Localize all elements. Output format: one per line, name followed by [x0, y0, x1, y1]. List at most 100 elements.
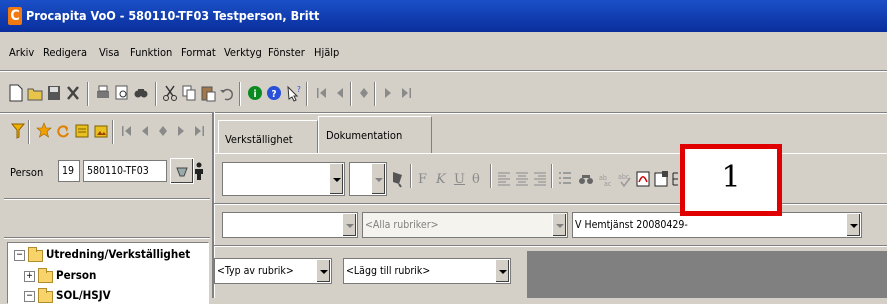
toolbar-separator	[87, 82, 89, 106]
more-icon[interactable]	[672, 172, 680, 186]
previous-icon[interactable]	[137, 122, 153, 140]
menu-bar: Arkiv Redigera Visa Funktion Format Verk…	[0, 32, 887, 66]
toolbar-separator	[155, 82, 157, 106]
menu-redigera[interactable]: Redigera	[43, 46, 87, 59]
toolbar-separator	[306, 82, 308, 106]
tree-item-sol-hsjv[interactable]: SOL/HSJV	[56, 288, 111, 302]
toolbar-separator	[374, 82, 376, 106]
toolbar-separator	[239, 82, 241, 106]
tree-item-person[interactable]: Person	[56, 268, 96, 282]
collapse-icon[interactable]: −	[14, 250, 25, 261]
expand-icon[interactable]: +	[24, 271, 35, 282]
person-divider	[4, 198, 210, 200]
spellcheck-icon[interactable]: abc	[617, 170, 633, 188]
person-id-field[interactable]: 580110-TF03	[83, 160, 167, 182]
menu-hjalp[interactable]: Hjälp	[314, 46, 339, 59]
toolbar-separator	[410, 164, 412, 188]
filter-row-divider	[214, 245, 887, 247]
typ-av-rubrik-dropdown[interactable]: <Typ av rubrik>	[214, 258, 332, 284]
open-folder-icon[interactable]	[27, 84, 43, 102]
info-icon[interactable]: i	[247, 84, 263, 102]
tab-label: Dokumentation	[326, 129, 403, 142]
main-toolbar: i ? ?	[0, 78, 887, 112]
first-icon[interactable]	[119, 122, 135, 140]
tree-item-utredning[interactable]: Utredning/Verkställighet	[46, 247, 190, 261]
print-preview-icon[interactable]	[114, 84, 130, 102]
svg-text:?: ?	[297, 85, 301, 94]
tree-divider	[4, 237, 210, 239]
undo-icon[interactable]	[219, 84, 235, 102]
tab-strip-line	[214, 153, 887, 154]
menu-funktion[interactable]: Funktion	[130, 46, 172, 59]
person-number-field[interactable]: 19	[58, 160, 80, 182]
underline-button[interactable]: U	[454, 172, 465, 187]
cut-icon[interactable]	[162, 84, 178, 102]
first-record-icon[interactable]	[314, 84, 330, 102]
favorite-star-icon[interactable]	[36, 122, 52, 140]
person-label: Person	[10, 166, 44, 179]
rubriker-dropdown[interactable]: <Alla rubriker>	[362, 212, 568, 238]
bullet-list-icon[interactable]	[558, 170, 572, 188]
category-dropdown[interactable]	[222, 212, 358, 238]
note-icon[interactable]	[74, 122, 90, 140]
refresh-icon[interactable]	[55, 122, 71, 140]
last-record-icon[interactable]	[398, 84, 414, 102]
toolbar-separator	[112, 120, 114, 144]
new-document-icon[interactable]	[8, 84, 24, 102]
context-help-icon[interactable]: ?	[285, 84, 301, 102]
strikethrough-button[interactable]: θ	[472, 172, 480, 187]
previous-record-icon[interactable]	[332, 84, 348, 102]
title-bar: C Procapita VoO - 580110-TF03 Testperson…	[0, 0, 887, 32]
copy-icon[interactable]	[181, 84, 197, 102]
help-icon[interactable]: ?	[266, 84, 282, 102]
find-text-icon[interactable]	[578, 170, 594, 188]
paint-icon[interactable]	[389, 170, 405, 188]
paste-icon[interactable]	[200, 84, 216, 102]
left-panel: Person 19 580110-TF03 − Utredning/Verkst…	[4, 116, 210, 304]
lookup-icon	[176, 167, 188, 177]
last-icon[interactable]	[191, 122, 207, 140]
image-icon[interactable]	[93, 122, 109, 140]
print-icon[interactable]	[95, 84, 111, 102]
align-right-icon[interactable]	[533, 170, 547, 188]
align-left-icon[interactable]	[497, 170, 511, 188]
font-name-dropdown[interactable]	[222, 162, 345, 196]
menu-divider	[0, 70, 887, 72]
delete-icon[interactable]	[65, 84, 81, 102]
italic-button[interactable]: K	[436, 172, 446, 187]
current-record-icon[interactable]	[356, 84, 372, 102]
align-center-icon[interactable]	[515, 170, 529, 188]
next-record-icon[interactable]	[380, 84, 396, 102]
folder-icon	[38, 268, 53, 283]
replace-icon[interactable]: abac	[598, 170, 614, 188]
menu-arkiv[interactable]: Arkiv	[9, 46, 34, 59]
lagg-till-rubrik-dropdown[interactable]: <Lägg till rubrik>	[343, 258, 511, 284]
tab-dokumentation[interactable]: Dokumentation	[318, 116, 432, 153]
svg-text:?: ?	[271, 89, 276, 100]
toolbar-separator	[551, 164, 553, 188]
menu-verktyg[interactable]: Verktyg	[224, 46, 262, 59]
menu-visa[interactable]: Visa	[99, 46, 120, 59]
filter-icon[interactable]	[10, 122, 26, 140]
rubriker-value: <Alla rubriker>	[365, 219, 439, 231]
current-icon[interactable]	[155, 122, 171, 140]
person-search-button[interactable]	[170, 158, 194, 184]
font-size-dropdown[interactable]	[349, 162, 387, 196]
find-icon[interactable]	[133, 84, 149, 102]
tab-verkstallighet[interactable]: Verkställighet	[218, 120, 318, 153]
properties-icon[interactable]	[654, 170, 670, 188]
collapse-icon[interactable]: −	[24, 291, 35, 302]
bold-button[interactable]: F	[418, 172, 427, 187]
menu-format[interactable]: Format	[181, 46, 216, 59]
pdf-icon[interactable]	[636, 170, 652, 188]
lagg-till-rubrik-value: <Lägg till rubrik>	[346, 265, 431, 277]
menu-fonster[interactable]: Fönster	[268, 46, 305, 59]
document-value: V Hemtjänst 20080429-	[575, 219, 688, 231]
toolbar-separator	[490, 164, 492, 188]
format-row-divider	[214, 203, 887, 205]
next-icon[interactable]	[173, 122, 189, 140]
typ-av-rubrik-value: <Typ av rubrik>	[217, 265, 294, 277]
window-title: Procapita VoO - 580110-TF03 Testperson, …	[26, 8, 320, 23]
toolbar-divider	[0, 112, 887, 114]
save-icon[interactable]	[46, 84, 62, 102]
